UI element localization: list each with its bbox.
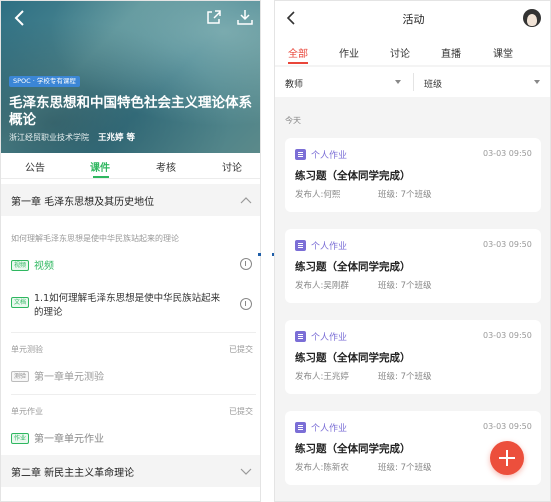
video-item[interactable]: 视频: [34, 257, 54, 272]
tab-all[interactable]: 全部: [288, 45, 308, 60]
tab-classroom[interactable]: 课堂: [493, 45, 513, 60]
dropdown-caret-icon[interactable]: [534, 80, 540, 84]
chapter-title: 第二章 新民主主义革命理论: [11, 468, 135, 479]
activity-type: 个人作业: [311, 151, 348, 161]
teacher-filter[interactable]: 教师: [285, 77, 303, 90]
unit-test-status: 已提交: [229, 345, 253, 354]
homework-icon: [295, 422, 306, 433]
activity-classes: 班级: 7个班级: [378, 463, 432, 473]
activity-date: 03-03 09:50: [483, 422, 532, 431]
resize-handle: [258, 253, 261, 256]
course-title: 毛泽东思想和中国特色社会主义理论体系概论: [9, 95, 252, 128]
section-label: 如何理解毛泽东思想是使中华民族站起来的理论: [11, 234, 179, 243]
page-title: 活动: [402, 13, 425, 26]
add-activity-button[interactable]: [490, 441, 524, 475]
activity-classes: 班级: 7个班级: [378, 281, 432, 291]
activity-publisher: 发布人:陈新农: [295, 463, 349, 473]
course-type-tag: SPOC · 学校专有课程: [9, 76, 80, 87]
teacher-name: 王兆婷 等: [98, 133, 135, 143]
activity-type: 个人作业: [311, 424, 348, 434]
top-bar: 活动: [275, 1, 550, 37]
activity-title: 练习题（全体同学完成）: [295, 261, 411, 273]
tab-live[interactable]: 直播: [441, 45, 461, 60]
share-icon[interactable]: [206, 9, 222, 25]
activity-date: 03-03 09:50: [483, 240, 532, 249]
active-tab-indicator: [288, 62, 308, 64]
activity-tabs: 全部 作业 讨论 直播 课堂: [275, 37, 550, 65]
filter-bar: 教师 班级: [275, 67, 550, 97]
tab-courseware[interactable]: 课件: [90, 159, 110, 174]
download-circle-icon[interactable]: [240, 298, 252, 310]
video-tag: 视频: [11, 260, 30, 271]
activity-date: 03-03 09:50: [483, 149, 532, 158]
doc-item[interactable]: 1.1如何理解毛泽东思想是使中华民族站起来的理论: [34, 292, 229, 320]
chapter-1-header[interactable]: 第一章 毛泽东思想及其历史地位: [1, 184, 260, 216]
activity-publisher: 发布人:何熙: [295, 190, 341, 200]
activity-title: 练习题（全体同学完成）: [295, 352, 411, 364]
unit-homework-status: 已提交: [229, 407, 253, 416]
chapter-2-header[interactable]: 第二章 新民主主义革命理论: [1, 455, 260, 487]
course-screen: SPOC · 学校专有课程 毛泽东思想和中国特色社会主义理论体系概论 浙江经贸职…: [0, 0, 261, 502]
homework-icon: [295, 240, 306, 251]
back-arrow-icon[interactable]: [13, 7, 27, 29]
activity-publisher: 发布人:王兆婷: [295, 372, 349, 382]
tab-homework[interactable]: 作业: [339, 45, 359, 60]
activity-card[interactable]: 个人作业 03-03 09:50 练习题（全体同学完成） 发布人:吴刚群 班级:…: [285, 229, 541, 303]
activity-card[interactable]: 个人作业 03-03 09:50 练习题（全体同学完成） 发布人:王兆婷 班级:…: [285, 320, 541, 394]
divider: [413, 73, 414, 91]
unit-homework-label: 单元作业: [11, 407, 43, 416]
chapter-title: 第一章 毛泽东思想及其历史地位: [11, 197, 155, 208]
school-name: 浙江经贸职业技术学院: [9, 133, 89, 142]
course-tabs: 公告 课件 考核 讨论: [1, 153, 260, 179]
divider: [11, 332, 256, 333]
tab-announcement[interactable]: 公告: [25, 159, 45, 174]
class-filter[interactable]: 班级: [424, 77, 442, 90]
homework-icon: [295, 331, 306, 342]
course-banner: SPOC · 学校专有课程 毛泽东思想和中国特色社会主义理论体系概论 浙江经贸职…: [1, 1, 260, 153]
download-icon[interactable]: [237, 9, 253, 25]
activity-screen: 活动 全部 作业 讨论 直播 课堂 教师 班级 今天 个人作业 03-03 09…: [274, 0, 551, 502]
activity-classes: 班级: 7个班级: [378, 190, 432, 200]
unit-test-label: 单元测验: [11, 345, 43, 354]
doc-tag: 文档: [11, 297, 30, 308]
chevron-down-icon[interactable]: [240, 466, 252, 476]
activity-publisher: 发布人:吴刚群: [295, 281, 349, 291]
homework-icon: [295, 149, 306, 160]
activity-type: 个人作业: [311, 242, 348, 252]
activity-card[interactable]: 个人作业 03-03 09:50 练习题（全体同学完成） 发布人:何熙 班级: …: [285, 138, 541, 212]
activity-title: 练习题（全体同学完成）: [295, 170, 411, 182]
activity-classes: 班级: 7个班级: [378, 372, 432, 382]
unit-homework-item[interactable]: 第一章单元作业: [34, 430, 104, 445]
tab-discussion[interactable]: 讨论: [390, 45, 410, 60]
activity-date: 03-03 09:50: [483, 331, 532, 340]
download-circle-icon[interactable]: [240, 258, 252, 270]
test-tag: 测验: [11, 371, 30, 382]
homework-tag: 作业: [11, 433, 30, 444]
avatar[interactable]: [523, 9, 541, 27]
active-tab-indicator: [93, 176, 109, 178]
activity-title: 练习题（全体同学完成）: [295, 443, 411, 455]
date-group-label: 今天: [285, 116, 301, 125]
unit-test-item[interactable]: 第一章单元测验: [34, 368, 104, 383]
tab-assessment[interactable]: 考核: [156, 159, 176, 174]
tab-discussion[interactable]: 讨论: [222, 159, 242, 174]
activity-type: 个人作业: [311, 333, 348, 343]
divider: [11, 394, 256, 395]
dropdown-caret-icon[interactable]: [395, 80, 401, 84]
chevron-up-icon[interactable]: [240, 195, 252, 205]
